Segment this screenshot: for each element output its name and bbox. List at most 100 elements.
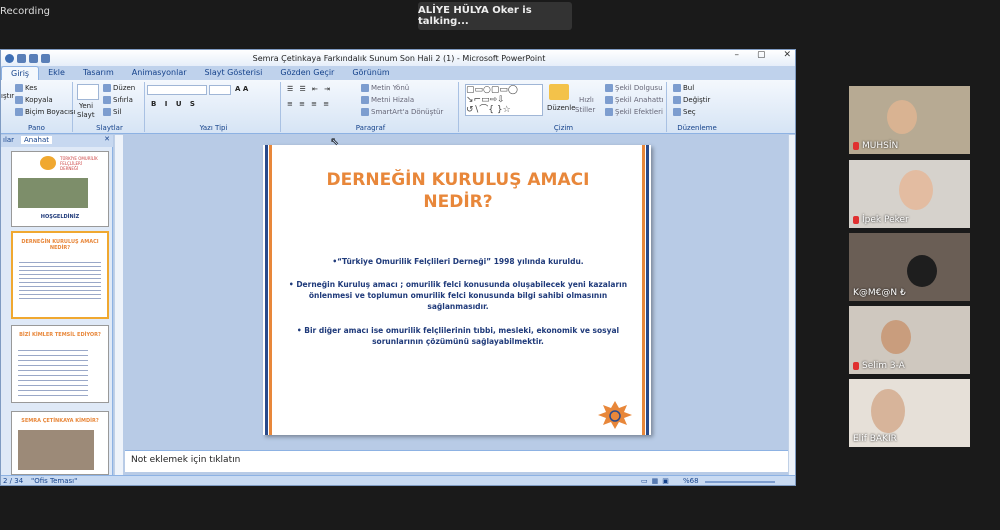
bullet-2[interactable]: • Derneğin Kuruluş amacı ; omurilik felc… <box>277 279 639 312</box>
shape-outline-button[interactable]: Şekil Anahattı <box>605 96 664 104</box>
tab-gorunum[interactable]: Görünüm <box>343 66 398 80</box>
participant-5-name-tag: Elif BAKIR <box>853 434 897 444</box>
bullet-3-line-2: sorunlarının çözümünü sağlayabilmektir. <box>372 337 544 346</box>
align-buttons[interactable]: ≡ ≡ ≡ ≡ <box>287 100 331 108</box>
undo-icon[interactable] <box>29 53 38 63</box>
participant-3-face <box>907 255 937 287</box>
format-painter-label: Biçim Boyacısı <box>25 108 76 116</box>
align-text-label: Metni Hizala <box>371 96 415 104</box>
reset-button[interactable]: Sıfırla <box>103 96 133 104</box>
slide-title[interactable]: DERNEĞİN KURULUŞ AMACI NEDİR? <box>303 169 613 213</box>
left-orange-stripe <box>269 145 272 435</box>
zoom-level[interactable]: %68 <box>683 477 699 485</box>
shape-fill-label: Şekil Dolgusu <box>615 84 663 92</box>
slide-thumbnail-4[interactable]: SEMRA ÇETİNKAYA KİMDİR? <box>11 411 109 475</box>
wheelchair-logo-icon <box>597 401 633 429</box>
list-buttons[interactable]: ☰ ☰ ⇤ ⇥ <box>287 85 332 93</box>
minimize-icon[interactable]: – <box>734 50 739 60</box>
talking-banner: ALİYE HÜLYA Oker is talking... <box>418 2 572 30</box>
participant-tile-1[interactable]: MUHSİN <box>849 86 970 154</box>
notes-placeholder: Not eklemek için tıklatın <box>131 455 241 465</box>
participant-2-name-tag: İpek Peker <box>853 215 909 225</box>
office-button-icon[interactable] <box>5 53 14 63</box>
panel-close-icon[interactable]: ✕ <box>104 135 110 143</box>
tab-gozden-gecir[interactable]: Gözden Geçir <box>271 66 343 80</box>
delete-icon <box>103 108 111 116</box>
arrange-icon[interactable] <box>549 84 569 100</box>
current-slide[interactable]: DERNEĞİN KURULUŞ AMACI NEDİR? •“Türkiye … <box>263 145 651 435</box>
participant-1-name: MUHSİN <box>862 141 899 151</box>
tab-giris[interactable]: Giriş <box>1 66 40 80</box>
slide-thumbnail-2[interactable]: DERNEĞİN KURULUŞ AMACI NEDİR? <box>11 231 109 319</box>
text-direction-icon <box>361 84 369 92</box>
cut-button[interactable]: Kes <box>15 84 37 92</box>
mouse-cursor-icon: ⇖ <box>330 135 340 148</box>
brush-icon <box>15 108 23 116</box>
thumb-1-foot: HOŞGELDİNİZ <box>40 214 80 220</box>
participant-1-face <box>887 100 917 134</box>
new-slide-label[interactable]: Yeni <box>79 102 93 110</box>
save-icon[interactable] <box>17 53 26 63</box>
paste-button[interactable]: ıştır <box>1 92 14 100</box>
tab-tasarim[interactable]: Tasarım <box>74 66 123 80</box>
slide-scrollbar[interactable] <box>788 135 795 485</box>
new-slide-icon[interactable] <box>77 84 99 100</box>
thumb-1-photo <box>18 178 88 208</box>
quick-styles-label[interactable]: Hızlı <box>579 96 594 104</box>
shapes-gallery[interactable]: ▢▭○▢▭◯ ↘⌐▭⇨⇩ ↺∖⌒{ }☆ <box>465 84 543 116</box>
font-size-select[interactable] <box>209 85 231 95</box>
quick-styles-sub-label[interactable]: Stiller <box>575 106 595 114</box>
right-orange-stripe <box>642 145 645 435</box>
new-slide-sub-label[interactable]: Slayt <box>77 111 95 119</box>
copy-button[interactable]: Kopyala <box>15 96 53 104</box>
tab-anahat[interactable]: Anahat <box>21 136 52 144</box>
find-button[interactable]: Bul <box>673 84 694 92</box>
group-paragraf: ☰ ☰ ⇤ ⇥ ≡ ≡ ≡ ≡ Metin Yönü Metni Hizala … <box>283 82 459 132</box>
tab-animasyonlar[interactable]: Animasyonlar <box>123 66 196 80</box>
grow-font-icon[interactable]: A A <box>235 85 248 93</box>
copy-label: Kopyala <box>25 96 53 104</box>
delete-button[interactable]: Sil <box>103 108 121 116</box>
smartart-button[interactable]: SmartArt'a Dönüştür <box>361 108 443 116</box>
replace-icon <box>673 96 681 104</box>
participant-tile-5[interactable]: Elif BAKIR <box>849 379 970 447</box>
tab-ekle[interactable]: Ekle <box>39 66 74 80</box>
zoom-slider[interactable] <box>705 481 775 483</box>
group-cizim: ▢▭○▢▭◯ ↘⌐▭⇨⇩ ↺∖⌒{ }☆ Düzenle Hızlı Stiller… <box>461 82 667 132</box>
smartart-icon <box>361 108 369 116</box>
cursor-icon <box>673 108 681 116</box>
participant-tile-2[interactable]: İpek Peker <box>849 160 970 228</box>
notes-pane[interactable]: Not eklemek için tıklatın <box>125 450 788 472</box>
participant-tile-4[interactable]: Selim 3-A <box>849 306 970 374</box>
group-label-paragraf: Paragraf <box>355 124 386 132</box>
close-icon[interactable]: ✕ <box>783 50 791 60</box>
slide-thumbnail-3[interactable]: BİZİ KİMLER TEMSİL EDİYOR? <box>11 325 109 403</box>
font-name-select[interactable] <box>147 85 207 95</box>
maximize-icon[interactable]: ▢ <box>757 50 766 60</box>
tab-slaytlar[interactable]: ılar <box>3 136 14 144</box>
view-buttons[interactable]: ▭▦▣ <box>641 477 673 485</box>
group-slaytlar: Yeni Slayt Düzen Sıfırla Sil Slaytlar <box>75 82 145 132</box>
participant-3-name-tag: K@M€@N ₺ <box>853 288 906 298</box>
participant-tile-3[interactable]: K@M€@N ₺ <box>849 233 970 301</box>
tab-slayt-gosterisi[interactable]: Slayt Gösterisi <box>196 66 272 80</box>
shape-effects-button[interactable]: Şekil Efektleri <box>605 108 663 116</box>
redo-icon[interactable] <box>41 53 50 63</box>
delete-label: Sil <box>113 108 122 116</box>
arrange-label[interactable]: Düzenle <box>547 104 576 112</box>
bullet-3[interactable]: • Bir diğer amacı ise omurilik felçliler… <box>277 325 639 347</box>
select-button[interactable]: Seç <box>673 108 696 116</box>
replace-label: Değiştir <box>683 96 711 104</box>
group-label-yazi-tipi: Yazı Tipi <box>199 124 228 132</box>
text-direction-button[interactable]: Metin Yönü <box>361 84 409 92</box>
format-painter-button[interactable]: Biçim Boyacısı <box>15 108 76 116</box>
replace-button[interactable]: Değiştir <box>673 96 710 104</box>
panel-scrollbar[interactable] <box>114 135 123 475</box>
bold-italic-underline-buttons[interactable]: B I U S <box>151 100 198 108</box>
align-text-button[interactable]: Metni Hizala <box>361 96 414 104</box>
shape-fill-button[interactable]: Şekil Dolgusu <box>605 84 663 92</box>
slide-thumbnail-1[interactable]: TÜRKİYE OMURİLİK FELÇLİLERİ DERNEĞİ HOŞG… <box>11 151 109 227</box>
bullet-1[interactable]: •“Türkiye Omurilik Felçlileri Derneği” 1… <box>283 256 633 267</box>
layout-button[interactable]: Düzen <box>103 84 135 92</box>
recording-indicator: Recording <box>0 6 51 17</box>
